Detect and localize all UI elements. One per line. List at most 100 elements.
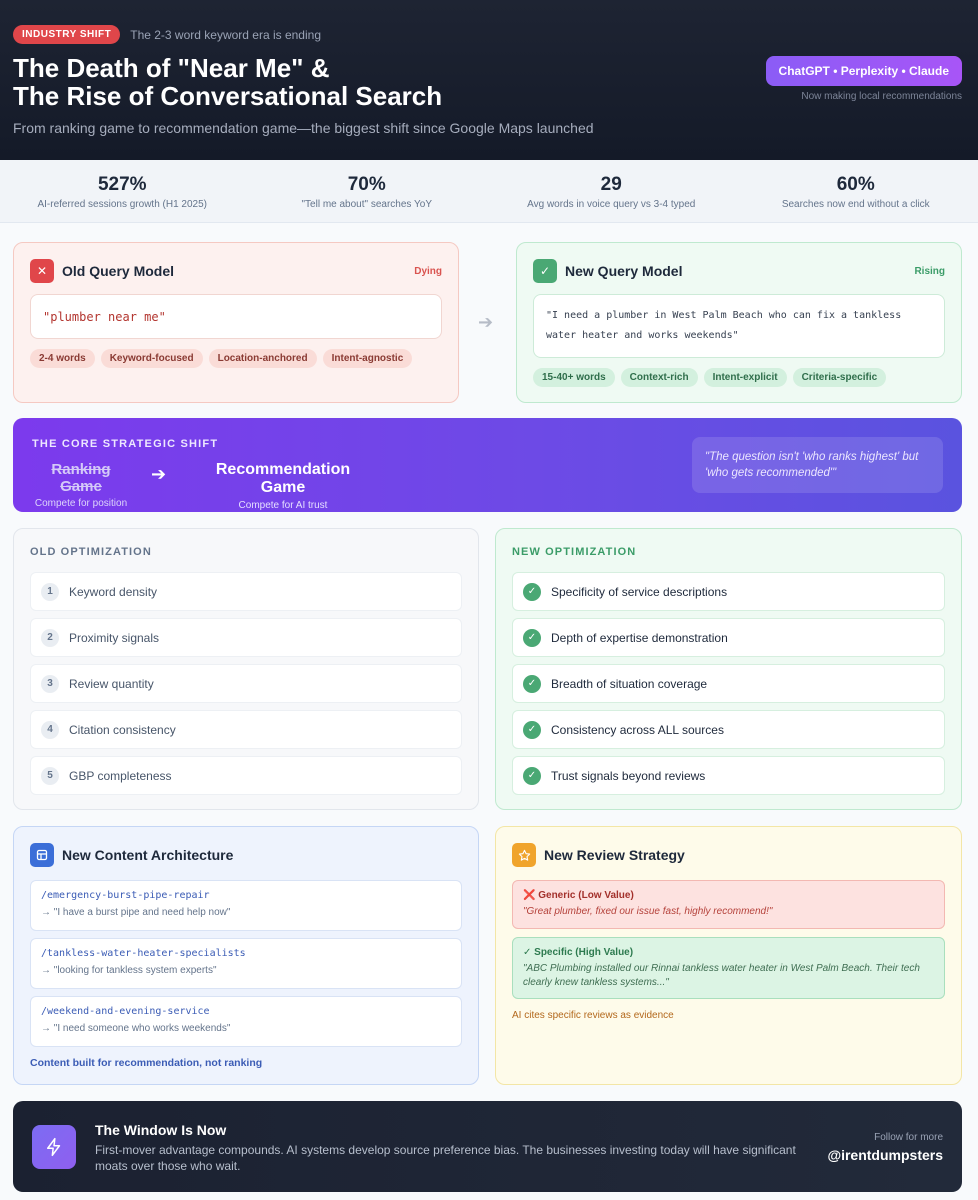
number-badge: 5 [41, 766, 59, 785]
list-item: ✓ Depth of expertise demonstration [512, 618, 945, 657]
recommendation-game-block: Recommendation Game Compete for AI trust [192, 461, 374, 511]
old-query-tag: Keyword-focused [100, 349, 203, 368]
list-item-text: Review quantity [69, 676, 154, 691]
footer-text: First-mover advantage compounds. AI syst… [95, 1143, 796, 1173]
specific-review-text: "ABC Plumbing installed our Rinnai tankl… [523, 963, 920, 988]
new-query-tags: 15-40+ words Context-rich Intent-explici… [533, 368, 945, 387]
content-architecture-header: New Content Architecture [30, 843, 462, 867]
new-query-tag: Intent-explicit [703, 368, 787, 387]
list-item-text: Trust signals beyond reviews [551, 768, 706, 783]
number-badge: 3 [41, 674, 59, 693]
ai-platforms-note: Now making local recommendations [801, 91, 962, 102]
list-item: 1 Keyword density [30, 572, 462, 611]
new-optimization-label: NEW OPTIMIZATION [512, 546, 637, 558]
list-item: 2 Proximity signals [30, 618, 462, 657]
generic-review-label: ❌ Generic (Low Value) [523, 890, 634, 901]
recommendation-game-title: Recommendation Game [215, 461, 351, 496]
list-item-text: Proximity signals [69, 630, 160, 645]
stat-value: 70% [347, 174, 386, 195]
list-item-text: Citation consistency [69, 722, 176, 737]
new-query-tag: 15-40+ words [533, 368, 615, 387]
social-handle[interactable]: @irentdumpsters [827, 1147, 943, 1163]
star-icon [512, 843, 536, 867]
old-optimization-card: OLD OPTIMIZATION 1 Keyword density 2 Pro… [13, 528, 479, 810]
url-description: → "I need someone who works weekends" [41, 1023, 231, 1034]
stat-label: "Tell me about" searches YoY [301, 199, 432, 210]
list-item-text: Breadth of situation coverage [551, 676, 708, 691]
generic-review-text: "Great plumber, fixed our issue fast, hi… [523, 906, 773, 917]
footer-title: The Window Is Now [95, 1122, 227, 1138]
ranking-game-title: Ranking Game [51, 461, 111, 495]
list-item: /emergency-burst-pipe-repair → "I have a… [30, 880, 462, 931]
list-item-text: Keyword density [69, 584, 158, 599]
arrow-right-icon: ➔ [478, 312, 494, 332]
check-circle-icon: ✓ [523, 674, 541, 693]
url-path: /weekend-and-evening-service [41, 1006, 210, 1017]
stat-value: 29 [600, 174, 622, 195]
stat-label: Avg words in voice query vs 3-4 typed [527, 199, 696, 210]
content-architecture-footer: Content built for recommendation, not ra… [30, 1057, 263, 1069]
new-query-example: "I need a plumber in West Palm Beach who… [533, 294, 945, 358]
new-query-tag: Criteria-specific [792, 368, 887, 387]
old-query-tag: Location-anchored [208, 349, 317, 368]
specific-review-label: ✓ Specific (High Value) [523, 947, 634, 958]
new-query-status: Rising [914, 265, 945, 277]
content-architecture-title: New Content Architecture [62, 847, 234, 863]
footer-cta: The Window Is Now First-mover advantage … [13, 1101, 962, 1192]
ranking-game-block: Ranking Game Compete for position [32, 461, 130, 509]
old-query-status: Dying [414, 265, 442, 277]
check-icon: ✓ [533, 259, 557, 283]
old-optimization-list: 1 Keyword density 2 Proximity signals 3 … [30, 572, 462, 795]
header: INDUSTRY SHIFT The 2-3 word keyword era … [0, 0, 978, 160]
list-item-text: Depth of expertise demonstration [551, 630, 728, 645]
list-item: ✓ Specificity of service descriptions [512, 572, 945, 611]
review-strategy-footer: AI cites specific reviews as evidence [512, 1010, 674, 1021]
new-optimization-list: ✓ Specificity of service descriptions ✓ … [512, 572, 945, 795]
check-circle-icon: ✓ [523, 582, 541, 601]
stat-item: 70% "Tell me about" searches YoY [245, 160, 490, 222]
arrow-right-icon: ➔ [151, 464, 167, 484]
badge-subtitle: The 2-3 word keyword era is ending [130, 27, 321, 42]
stats-bar: 527% AI-referred sessions growth (H1 202… [0, 160, 978, 223]
layout-icon [30, 843, 54, 867]
list-item: /weekend-and-evening-service → "I need s… [30, 996, 462, 1047]
badge-row: INDUSTRY SHIFT The 2-3 word keyword era … [13, 25, 965, 44]
content-architecture-list: /emergency-burst-pipe-repair → "I have a… [30, 880, 462, 1047]
old-query-tag: Intent-agnostic [322, 349, 413, 368]
url-path: /tankless-water-heater-specialists [41, 948, 246, 959]
stat-value: 60% [836, 174, 875, 195]
stat-item: 527% AI-referred sessions growth (H1 202… [0, 160, 245, 222]
check-circle-icon: ✓ [523, 720, 541, 739]
new-query-title: New Query Model [565, 263, 683, 279]
list-item-text: GBP completeness [69, 768, 172, 783]
list-item: /tankless-water-heater-specialists → "lo… [30, 938, 462, 989]
follow-label: Follow for more [874, 1132, 943, 1143]
lightning-icon [32, 1125, 76, 1169]
new-query-tag: Context-rich [620, 368, 698, 387]
specific-review-box: ✓ Specific (High Value) "ABC Plumbing in… [512, 937, 945, 999]
recommendation-game-subtitle: Compete for AI trust [238, 500, 328, 511]
stat-label: AI-referred sessions growth (H1 2025) [37, 199, 208, 210]
number-badge: 1 [41, 582, 59, 601]
new-query-header: ✓ New Query Model Rising [533, 259, 945, 283]
page-subtitle: From ranking game to recommendation game… [13, 120, 594, 136]
review-strategy-header: New Review Strategy [512, 843, 945, 867]
old-query-header: ✕ Old Query Model Dying [30, 259, 442, 283]
list-item: 3 Review quantity [30, 664, 462, 703]
generic-review-box: ❌ Generic (Low Value) "Great plumber, fi… [512, 880, 945, 929]
check-circle-icon: ✓ [523, 766, 541, 785]
url-path: /emergency-burst-pipe-repair [41, 890, 210, 901]
new-query-model-card: ✓ New Query Model Rising "I need a plumb… [516, 242, 962, 403]
content-architecture-card: New Content Architecture /emergency-burs… [13, 826, 479, 1085]
old-query-tags: 2-4 words Keyword-focused Location-ancho… [30, 349, 442, 368]
list-item: ✓ Trust signals beyond reviews [512, 756, 945, 795]
ranking-game-subtitle: Compete for position [34, 498, 128, 509]
list-item-text: Specificity of service descriptions [551, 584, 728, 599]
industry-shift-badge: INDUSTRY SHIFT [13, 25, 121, 44]
list-item: ✓ Consistency across ALL sources [512, 710, 945, 749]
list-item: 5 GBP completeness [30, 756, 462, 795]
stat-item: 29 Avg words in voice query vs 3-4 typed [489, 160, 734, 222]
check-circle-icon: ✓ [523, 628, 541, 647]
stat-item: 60% Searches now end without a click [734, 160, 978, 222]
list-item: ✓ Breadth of situation coverage [512, 664, 945, 703]
